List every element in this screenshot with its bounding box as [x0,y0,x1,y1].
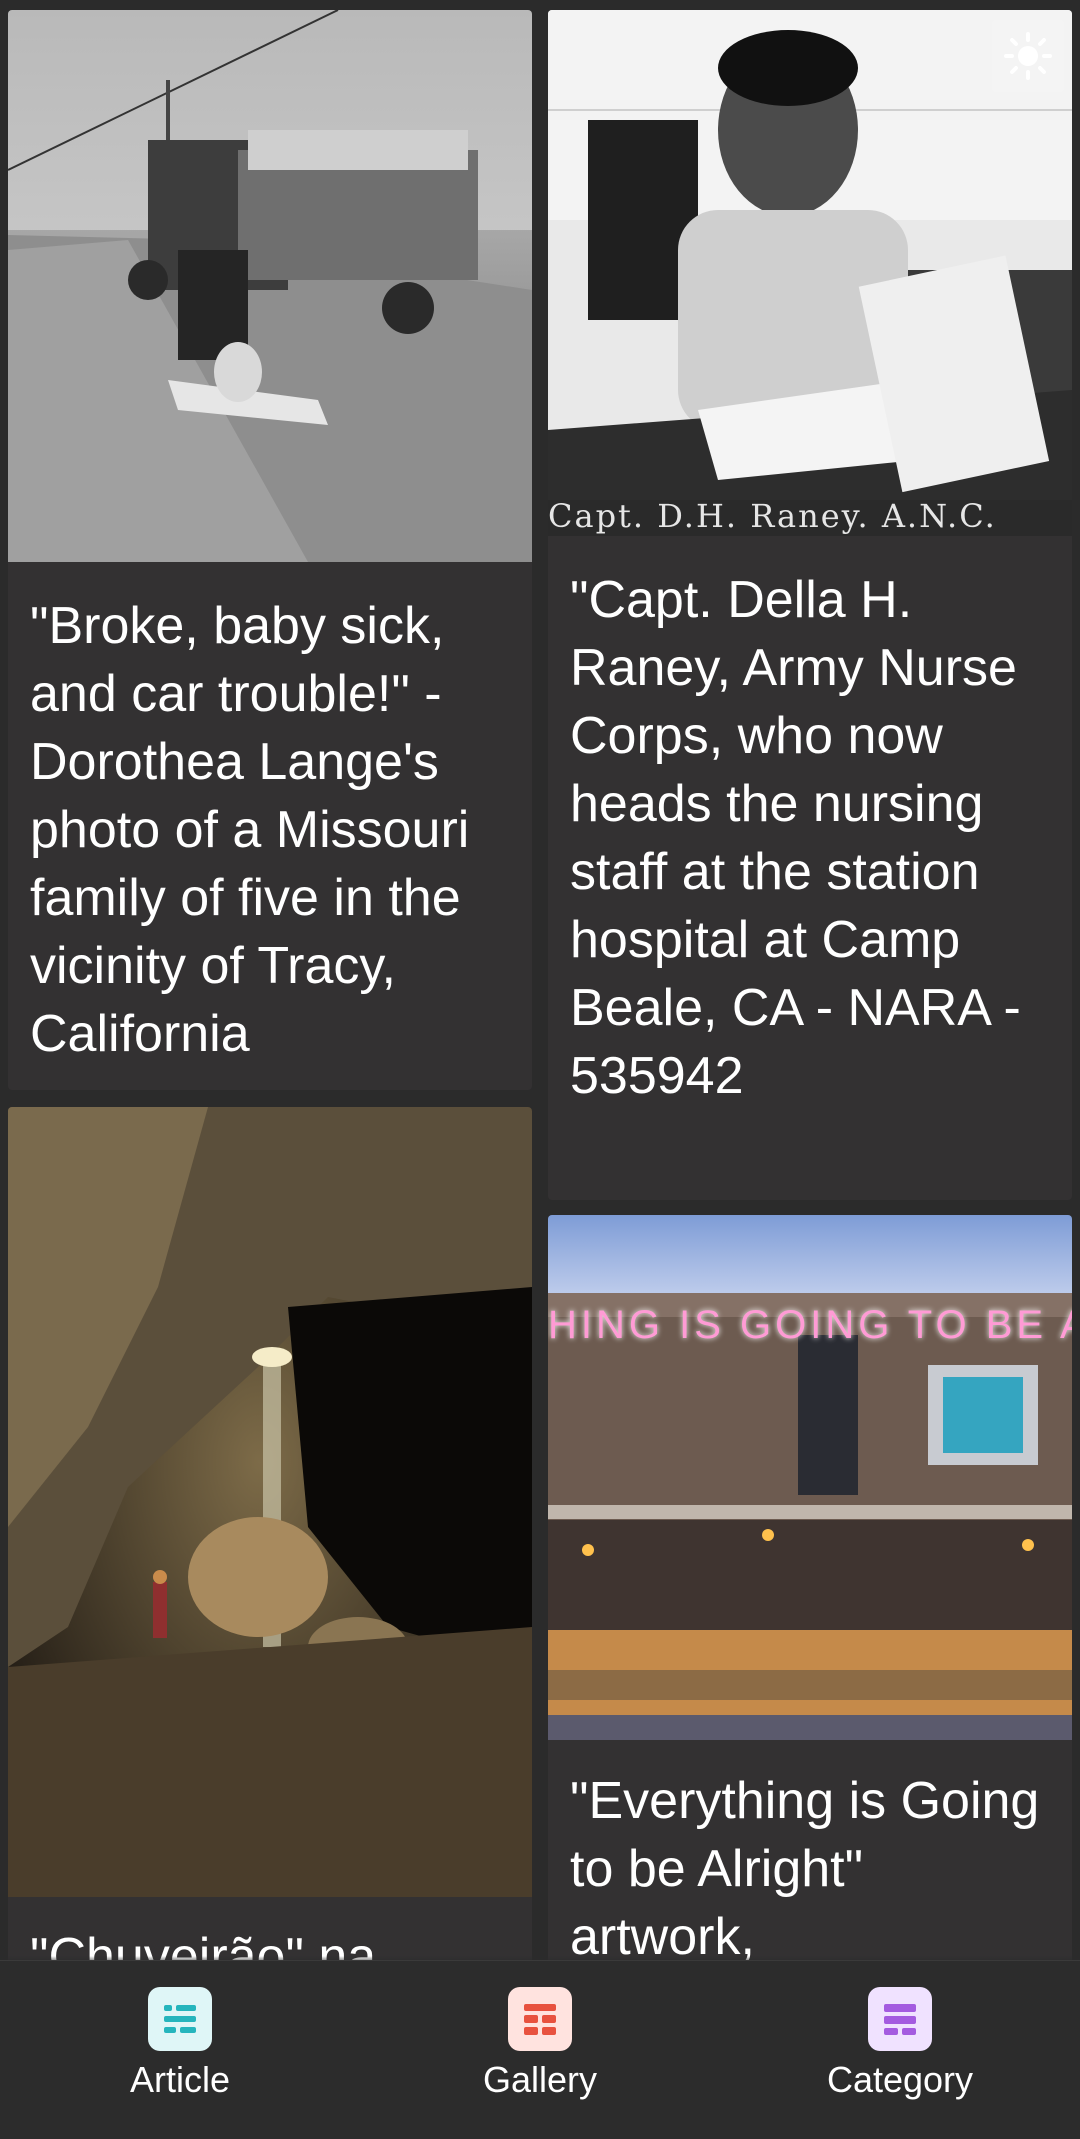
nav-gallery-label: Gallery [482,2059,598,2100]
gallery-icon [508,1987,572,2051]
gallery-card-chuveirao[interactable]: "Chuveirão" na [8,1107,532,1967]
nav-article-label: Article [129,2059,231,2100]
gallery-card-broke-baby-sick[interactable]: "Broke, baby sick, and car trouble!" - D… [8,10,532,1090]
bottom-navigation: Article Gallery Category [0,1960,1080,2139]
card-caption: "Capt. Della H. Raney, Army Nurse Corps,… [570,571,1021,1105]
article-icon-glyph [164,2005,196,2033]
card-caption: "Everything is Going to be Alright" artw… [570,1772,1040,1966]
sun-icon [1004,32,1052,80]
category-icon [868,1987,932,2051]
theme-toggle-button[interactable] [992,20,1064,92]
gallery-card-everything-alright[interactable]: HING IS GOING TO BE A "Everything is Goi… [548,1215,1072,1975]
article-icon [148,1987,212,2051]
status-strip [0,0,1080,10]
art-gallery-building-photo [548,1215,1072,1740]
nav-gallery[interactable]: Gallery [420,1987,660,2127]
gallery-card-della-raney[interactable]: Capt. D.H. Raney. A.N.C. "Capt. Della H.… [548,10,1072,1200]
neon-sign-text: HING IS GOING TO BE A [548,1303,1072,1347]
category-icon-glyph [884,2004,916,2035]
nav-category[interactable]: Category [780,1987,1020,2127]
card-caption: "Broke, baby sick, and car trouble!" - D… [30,597,470,1063]
gallery-icon-glyph [524,2004,556,2035]
cave-waterfall-photo [8,1107,532,1897]
nav-category-label: Category [826,2059,974,2100]
portrait-photo-caption-text: Capt. D.H. Raney. A.N.C. [548,498,997,534]
roadside-family-photo [8,10,532,562]
nav-article[interactable]: Article [60,1987,300,2127]
gallery-screen: "Broke, baby sick, and car trouble!" - D… [0,0,1080,2139]
